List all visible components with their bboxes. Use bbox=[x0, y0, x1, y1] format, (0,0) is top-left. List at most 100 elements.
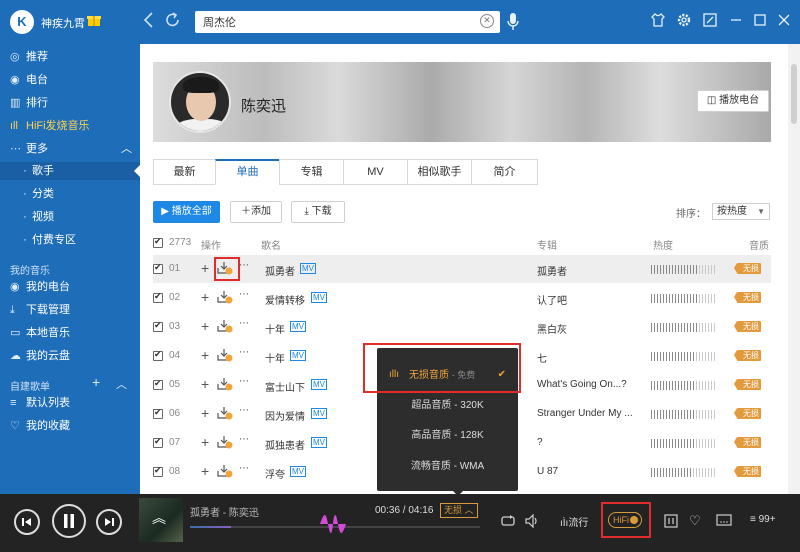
scrollbar[interactable] bbox=[788, 44, 800, 494]
song-album[interactable]: What's Going On...? bbox=[537, 379, 627, 390]
song-title[interactable]: 十年 bbox=[265, 321, 285, 336]
song-album[interactable]: 黑白灰 bbox=[537, 321, 567, 336]
quality-badge[interactable]: 无损 bbox=[734, 263, 761, 274]
row-checkbox[interactable] bbox=[153, 465, 163, 477]
sidebar-item-more[interactable]: ⋯ 更多 ︿ bbox=[10, 140, 138, 158]
add-to-list-icon[interactable]: + bbox=[201, 289, 209, 305]
back-icon[interactable] bbox=[143, 11, 155, 34]
song-album[interactable]: Stranger Under My ... bbox=[537, 408, 633, 419]
song-title[interactable]: 孤独患者 bbox=[265, 437, 305, 452]
song-album[interactable]: ? bbox=[537, 437, 543, 448]
add-to-list-icon[interactable]: + bbox=[201, 260, 209, 276]
play-all-button[interactable]: ▶ 播放全部 bbox=[153, 201, 220, 223]
progress-wave-icon[interactable] bbox=[320, 512, 346, 536]
mv-badge[interactable]: MV bbox=[311, 379, 327, 390]
song-title[interactable]: 富士山下 bbox=[265, 379, 305, 394]
pause-button[interactable] bbox=[52, 504, 86, 538]
more-dots-icon[interactable]: ⋯ bbox=[239, 376, 249, 387]
tab-similar-artists[interactable]: 相似歌手 bbox=[407, 159, 472, 185]
sound-effect-button[interactable]: ıÌı流行 bbox=[560, 514, 588, 529]
scrollbar-thumb[interactable] bbox=[791, 64, 797, 124]
sidebar-item-downloads[interactable]: ⤓ 下载管理 bbox=[10, 301, 138, 319]
more-dots-icon[interactable]: ⋯ bbox=[239, 260, 249, 271]
song-album[interactable]: U 87 bbox=[537, 466, 558, 477]
sidebar-item-local[interactable]: ▭ 本地音乐 bbox=[10, 324, 138, 342]
sidebar-item-chart[interactable]: ▥ 排行 bbox=[10, 94, 138, 112]
download-icon[interactable] bbox=[216, 376, 234, 392]
comment-icon[interactable] bbox=[716, 513, 732, 530]
play-radio-button[interactable]: ◫ 播放电台 bbox=[697, 90, 769, 112]
more-dots-icon[interactable]: ⋯ bbox=[239, 434, 249, 445]
album-art[interactable]: ︽ bbox=[139, 498, 183, 542]
next-button[interactable] bbox=[96, 509, 122, 535]
quality-badge[interactable]: 无损 bbox=[734, 321, 761, 332]
add-playlist-icon[interactable]: + bbox=[92, 374, 100, 390]
more-dots-icon[interactable]: ⋯ bbox=[239, 405, 249, 416]
mv-badge[interactable]: MV bbox=[311, 292, 327, 303]
search-box[interactable]: ✕ bbox=[195, 11, 500, 33]
quality-badge[interactable]: 无损 bbox=[734, 466, 761, 477]
mv-badge[interactable]: MV bbox=[300, 263, 316, 274]
row-checkbox[interactable] bbox=[153, 436, 163, 448]
sidebar-item-hifi[interactable]: ıll HiFi发烧音乐 bbox=[10, 117, 138, 135]
sidebar-subitem-paid[interactable]: · 付费专区 bbox=[18, 231, 146, 249]
table-row[interactable]: 03 + ⋯ 十年 MV 黑白灰 无损 bbox=[153, 313, 771, 341]
table-row[interactable]: 02 + ⋯ 爱情转移 MV 认了吧 无损 bbox=[153, 284, 771, 312]
tab-singles[interactable]: 单曲 bbox=[215, 159, 280, 185]
close-icon[interactable] bbox=[774, 12, 794, 32]
row-checkbox[interactable] bbox=[153, 262, 163, 274]
row-checkbox[interactable] bbox=[153, 320, 163, 332]
quality-badge[interactable]: 无损 bbox=[734, 408, 761, 419]
tab-latest[interactable]: 最新 bbox=[153, 159, 216, 185]
sidebar-item-favorites[interactable]: ♡ 我的收藏 bbox=[10, 417, 138, 435]
sort-select[interactable]: 按热度 ▼ bbox=[712, 203, 770, 220]
mini-mode-icon[interactable] bbox=[700, 12, 720, 32]
quality-badge[interactable]: 无损 bbox=[734, 292, 761, 303]
sidebar-subitem-category[interactable]: · 分类 bbox=[18, 185, 146, 203]
quality-badge[interactable]: 无损 bbox=[734, 437, 761, 448]
tab-intro[interactable]: 简介 bbox=[471, 159, 538, 185]
add-to-list-icon[interactable]: + bbox=[201, 405, 209, 421]
more-dots-icon[interactable]: ⋯ bbox=[239, 347, 249, 358]
maximize-icon[interactable] bbox=[750, 12, 770, 32]
artist-avatar[interactable] bbox=[169, 71, 231, 133]
download-icon[interactable] bbox=[216, 318, 234, 334]
row-checkbox[interactable] bbox=[153, 291, 163, 303]
add-to-list-icon[interactable]: + bbox=[201, 463, 209, 479]
clear-search-icon[interactable]: ✕ bbox=[480, 14, 494, 28]
select-all-checkbox[interactable] bbox=[153, 236, 163, 248]
search-input[interactable] bbox=[203, 14, 473, 30]
song-album[interactable]: 孤勇者 bbox=[537, 263, 567, 278]
gear-icon[interactable] bbox=[674, 12, 694, 32]
more-dots-icon[interactable]: ⋯ bbox=[239, 289, 249, 300]
download-icon[interactable] bbox=[216, 289, 234, 305]
tab-albums[interactable]: 专辑 bbox=[279, 159, 344, 185]
sidebar-item-radio[interactable]: ◉ 电台 bbox=[10, 71, 138, 89]
table-row[interactable]: 01 + ⋯ 孤勇者 MV 孤勇者 无损 bbox=[153, 255, 771, 283]
download-icon[interactable] bbox=[216, 347, 234, 363]
sidebar-subitem-video[interactable]: · 视频 bbox=[18, 208, 146, 226]
sidebar-item-cloud[interactable]: ☁ 我的云盘 bbox=[10, 347, 138, 365]
song-album[interactable]: 认了吧 bbox=[537, 292, 567, 307]
song-title[interactable]: 因为爱情 bbox=[265, 408, 305, 423]
heart-icon[interactable]: ♡ bbox=[689, 513, 701, 529]
sidebar-item-recommend[interactable]: ◎ 推荐 bbox=[10, 48, 138, 66]
mv-badge[interactable]: MV bbox=[311, 437, 327, 448]
microphone-icon[interactable] bbox=[507, 12, 519, 32]
song-title[interactable]: 十年 bbox=[265, 350, 285, 365]
previous-button[interactable] bbox=[14, 509, 40, 535]
download-button[interactable]: ⤓ 下载 bbox=[291, 201, 345, 223]
playlist-queue-button[interactable]: ≡ 99+ bbox=[750, 514, 776, 525]
add-button[interactable]: ＋添加 bbox=[230, 201, 282, 223]
song-title[interactable]: 爱情转移 bbox=[265, 292, 305, 307]
sidebar-item-default-list[interactable]: ≡ 默认列表 bbox=[10, 394, 138, 412]
tab-mv[interactable]: MV bbox=[343, 159, 408, 185]
add-to-list-icon[interactable]: + bbox=[201, 318, 209, 334]
volume-icon[interactable] bbox=[525, 513, 541, 531]
loop-icon[interactable] bbox=[500, 514, 516, 531]
gift-icon[interactable] bbox=[87, 13, 101, 30]
add-to-list-icon[interactable]: + bbox=[201, 434, 209, 450]
quality-badge[interactable]: 无损 bbox=[734, 350, 761, 361]
more-dots-icon[interactable]: ⋯ bbox=[239, 463, 249, 474]
download-icon[interactable] bbox=[216, 463, 234, 479]
